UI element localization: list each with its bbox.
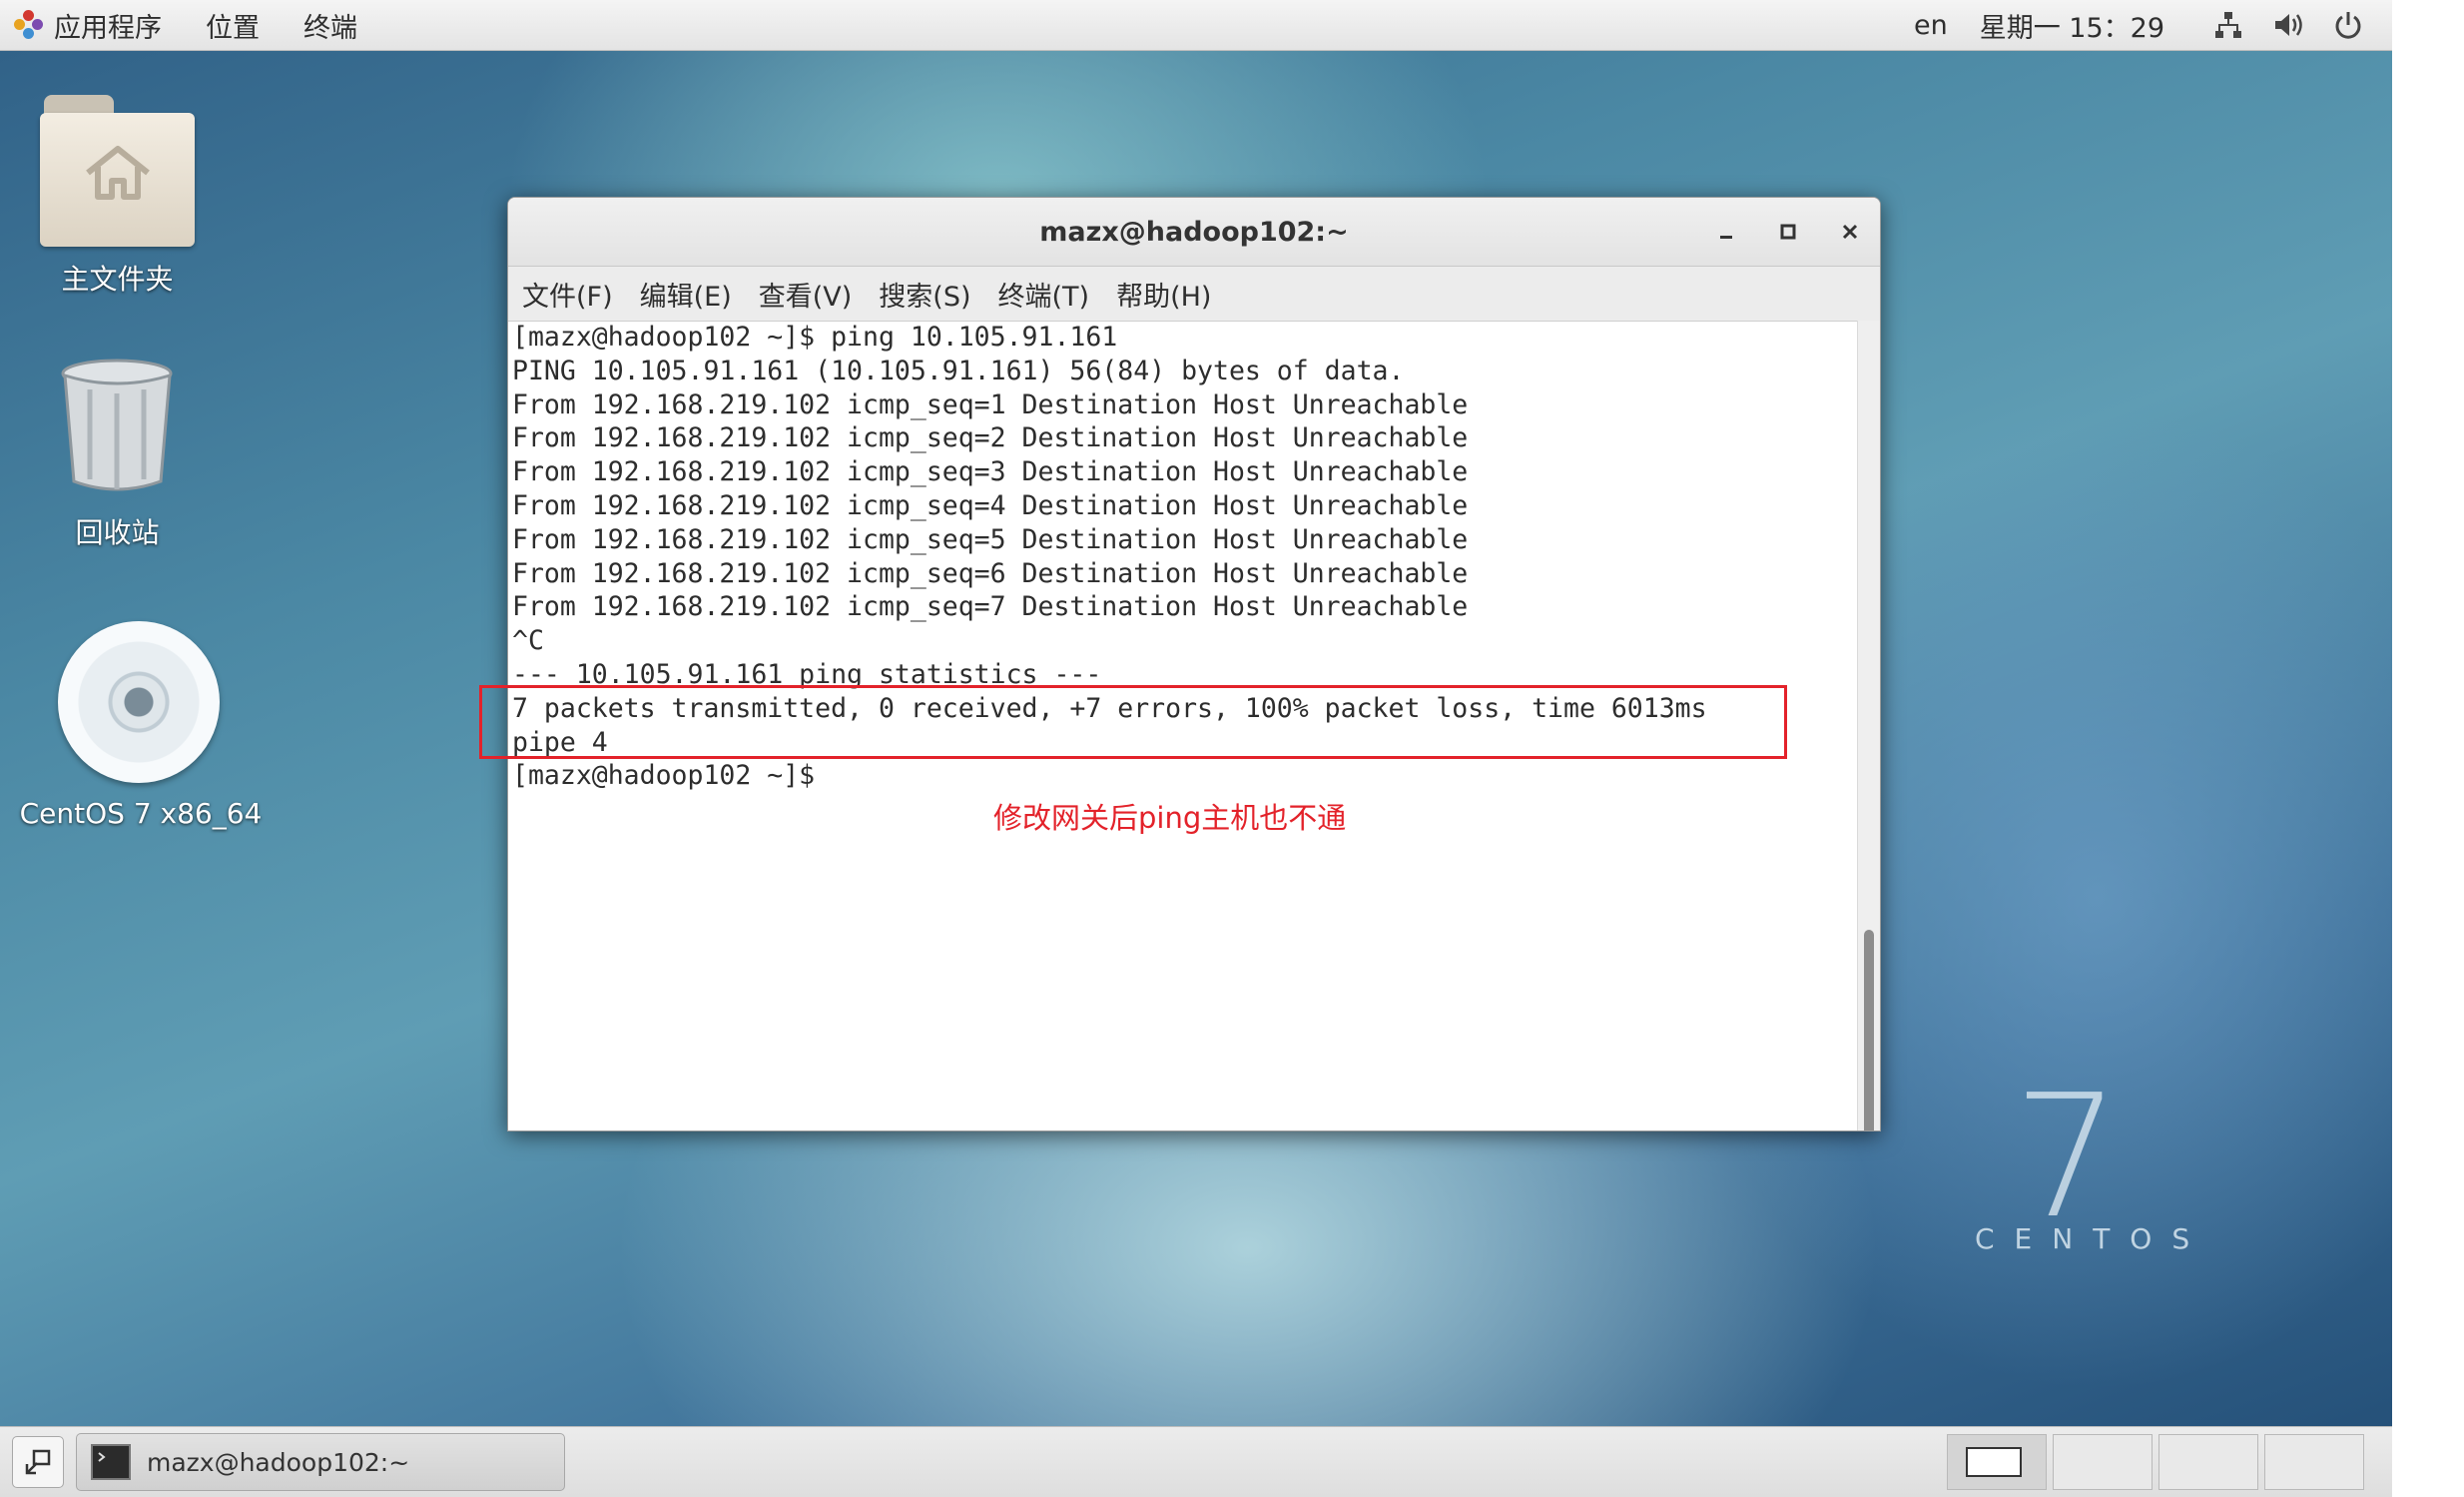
bottom-panel: mazx@hadoop102:~ bbox=[0, 1426, 2392, 1497]
applications-menu[interactable]: 应用程序 bbox=[44, 0, 184, 50]
terminal-line: PING 10.105.91.161 (10.105.91.161) 56(84… bbox=[512, 355, 1405, 386]
terminal-icon bbox=[91, 1444, 131, 1480]
terminal-line: From 192.168.219.102 icmp_seq=1 Destinat… bbox=[512, 388, 1469, 420]
terminal-line: From 192.168.219.102 icmp_seq=3 Destinat… bbox=[512, 456, 1469, 488]
applications-icon bbox=[14, 10, 44, 40]
top-panel: 应用程序 位置 终端 en 星期一 15：29 bbox=[0, 0, 2392, 51]
taskbar-item-label: mazx@hadoop102:~ bbox=[147, 1447, 410, 1477]
terminal-line: From 192.168.219.102 icmp_seq=2 Destinat… bbox=[512, 422, 1469, 454]
disc-label[interactable]: CentOS 7 x86_64 bbox=[0, 797, 282, 830]
menu-search[interactable]: 搜索(S) bbox=[865, 275, 983, 314]
volume-icon[interactable] bbox=[2258, 10, 2318, 40]
terminal-line: From 192.168.219.102 icmp_seq=4 Destinat… bbox=[512, 489, 1469, 521]
menu-help[interactable]: 帮助(H) bbox=[1102, 275, 1224, 314]
places-menu[interactable]: 位置 bbox=[184, 0, 282, 50]
show-desktop-icon bbox=[25, 1449, 51, 1475]
menu-terminal[interactable]: 终端(T) bbox=[984, 275, 1103, 314]
power-icon[interactable] bbox=[2318, 10, 2378, 40]
show-desktop-button[interactable] bbox=[12, 1436, 64, 1488]
window-menubar: 文件(F) 编辑(E) 查看(V) 搜索(S) 终端(T) 帮助(H) bbox=[508, 267, 1880, 322]
terminal-line: [mazx@hadoop102 ~]$ bbox=[512, 760, 832, 792]
workspace-4[interactable] bbox=[2264, 1434, 2364, 1490]
menu-file[interactable]: 文件(F) bbox=[508, 275, 626, 314]
terminal-line: From 192.168.219.102 icmp_seq=6 Destinat… bbox=[512, 557, 1469, 589]
workspace-3[interactable] bbox=[2158, 1434, 2258, 1490]
disc-icon[interactable] bbox=[58, 621, 220, 783]
trash-icon[interactable] bbox=[60, 358, 175, 492]
terminal-line: [mazx@hadoop102 ~]$ ping 10.105.91.161 bbox=[512, 322, 1118, 353]
terminal-line: From 192.168.219.102 icmp_seq=7 Destinat… bbox=[512, 591, 1469, 623]
home-folder-icon[interactable] bbox=[40, 95, 195, 247]
highlight-box bbox=[479, 685, 1787, 759]
minimize-button[interactable] bbox=[1706, 212, 1746, 252]
home-folder-label[interactable]: 主文件夹 bbox=[20, 258, 215, 298]
workspace-2[interactable] bbox=[2053, 1434, 2153, 1490]
taskbar-terminal-item[interactable]: mazx@hadoop102:~ bbox=[76, 1433, 565, 1491]
terminal-window[interactable]: mazx@hadoop102:~ 文件(F) 编辑(E) 查看(V) 搜索(S)… bbox=[507, 197, 1881, 1131]
window-title: mazx@hadoop102:~ bbox=[1039, 216, 1349, 248]
trash-label[interactable]: 回收站 bbox=[20, 511, 215, 551]
input-language[interactable]: en bbox=[1898, 10, 1964, 41]
network-icon[interactable] bbox=[2198, 10, 2258, 40]
maximize-button[interactable] bbox=[1768, 212, 1808, 252]
clock[interactable]: 星期一 15：29 bbox=[1964, 6, 2198, 45]
menu-edit[interactable]: 编辑(E) bbox=[626, 275, 745, 314]
terminal-line: From 192.168.219.102 icmp_seq=5 Destinat… bbox=[512, 523, 1469, 555]
wallpaper-text: CENTOS bbox=[1975, 1222, 2210, 1255]
screen-edge bbox=[2392, 0, 2464, 1496]
menu-view[interactable]: 查看(V) bbox=[745, 275, 866, 314]
terminal-scrollbar[interactable] bbox=[1857, 321, 1880, 1130]
terminal-menu[interactable]: 终端 bbox=[282, 0, 379, 50]
annotation-text: 修改网关后ping主机也不通 bbox=[993, 801, 1347, 835]
terminal-line: ^C bbox=[512, 625, 544, 657]
workspace-1[interactable] bbox=[1947, 1434, 2047, 1490]
scrollbar-thumb[interactable] bbox=[1864, 930, 1874, 1130]
close-button[interactable] bbox=[1830, 212, 1870, 252]
window-titlebar[interactable]: mazx@hadoop102:~ bbox=[508, 198, 1880, 267]
